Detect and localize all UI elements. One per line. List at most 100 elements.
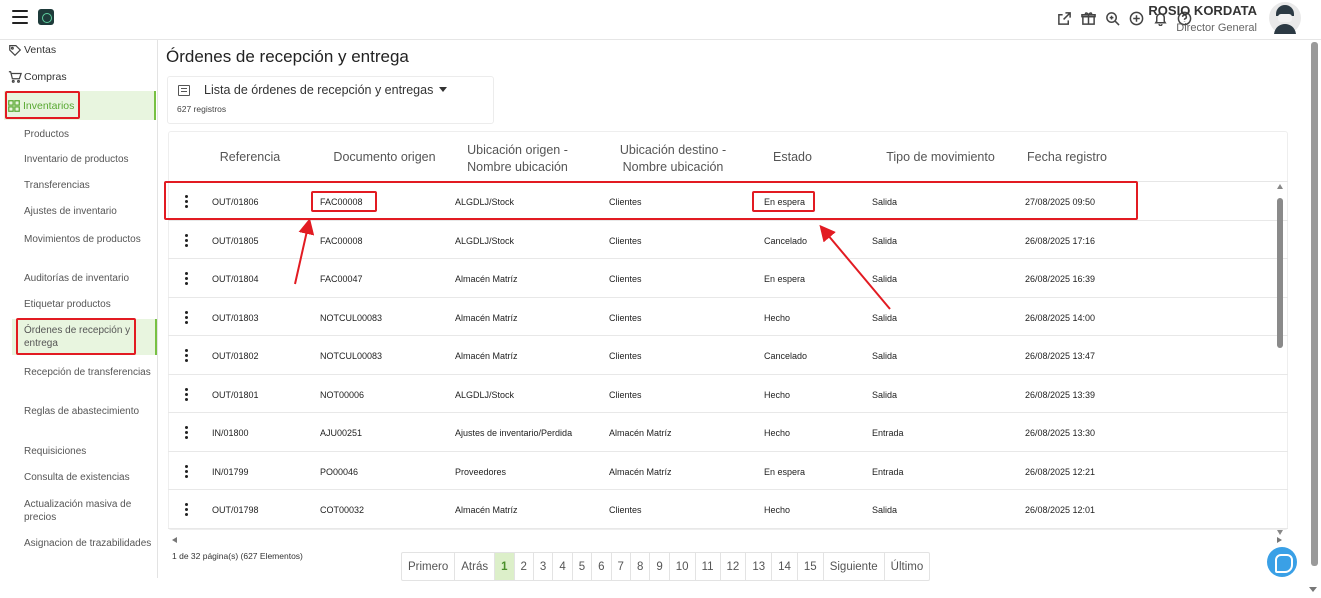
row-menu-icon[interactable] (182, 310, 190, 325)
row-menu-icon[interactable] (182, 233, 190, 248)
column-header-tipo[interactable]: Tipo de movimiento (868, 149, 1013, 166)
sidebar-subitem-actualizacion[interactable]: Actualización masiva de precios (24, 498, 152, 524)
table-row[interactable]: OUT/01798 COT00032 Almacén Matríz Clientes H… (168, 490, 1288, 529)
sidebar-subitem-reglas[interactable]: Reglas de abastecimiento (24, 405, 152, 418)
pagination-prev[interactable]: Atrás (455, 553, 496, 580)
scroll-up-arrow[interactable] (1277, 184, 1283, 189)
sidebar-subitem-ajustes[interactable]: Ajustes de inventario (24, 205, 152, 218)
cell-doc[interactable]: FAC00008 (320, 236, 363, 246)
sidebar-subitem-movimientos[interactable]: Movimientos de productos (24, 233, 152, 246)
pagination-first[interactable]: Primero (402, 553, 456, 580)
pagination-page[interactable]: 7 (612, 553, 631, 580)
scroll-right-arrow[interactable] (1277, 537, 1282, 543)
row-menu-icon[interactable] (182, 426, 190, 440)
cell-doc[interactable]: COT00032 (320, 505, 364, 515)
pagination-page[interactable]: 8 (631, 553, 651, 580)
sidebar-subitem-trazabilidades[interactable]: Asignacion de trazabilidades (24, 537, 152, 550)
list-title[interactable]: Lista de órdenes de recepción y entregas (204, 83, 433, 97)
pagination-page[interactable]: 11 (696, 553, 721, 580)
table-row[interactable]: OUT/01801 NOT00006 ALGDLJ/Stock Clientes Hec… (168, 375, 1288, 413)
table-row[interactable]: OUT/01804 FAC00047 Almacén Matríz Clientes E… (168, 259, 1288, 298)
cell-ref[interactable]: OUT/01806 (212, 197, 259, 207)
menu-icon[interactable] (12, 10, 28, 24)
page-scrollbar[interactable] (1311, 42, 1318, 566)
column-header-fecha[interactable]: Fecha registro (1012, 149, 1122, 166)
sidebar-item-inventarios[interactable]: Inventarios (4, 91, 156, 120)
cell-doc[interactable]: FAC00008 (320, 197, 363, 207)
pagination-page[interactable]: 9 (650, 553, 670, 580)
sidebar-subitem-auditorias[interactable]: Auditorías de inventario (24, 272, 152, 285)
pagination-page[interactable]: 14 (772, 553, 798, 580)
column-header-documento[interactable]: Documento origen (322, 149, 447, 166)
search-zoom-icon[interactable] (1103, 9, 1121, 27)
avatar[interactable] (1269, 2, 1301, 34)
cell-ref[interactable]: OUT/01803 (212, 313, 259, 323)
row-menu-icon[interactable] (182, 272, 190, 286)
cell-doc[interactable]: NOT00006 (320, 390, 364, 400)
sidebar-subitem-inventario-productos[interactable]: Inventario de productos (24, 153, 152, 166)
cell-doc[interactable]: NOTCUL00083 (320, 351, 382, 361)
table-scrollbar[interactable] (1277, 198, 1283, 348)
table-row[interactable]: OUT/01805 FAC00008 ALGDLJ/Stock Clientes Can… (168, 221, 1288, 259)
cell-ref[interactable]: OUT/01805 (212, 236, 259, 246)
table-row[interactable]: OUT/01802 NOTCUL00083 Almacén Matríz Client… (168, 336, 1288, 375)
add-circle-icon[interactable] (1127, 9, 1145, 27)
pagination-page[interactable]: 6 (592, 553, 612, 580)
chat-icon[interactable] (1267, 547, 1297, 577)
cell-doc[interactable]: AJU00251 (320, 428, 362, 438)
pagination-page[interactable]: 5 (573, 553, 593, 580)
scroll-left-arrow[interactable] (172, 537, 177, 543)
pagination-page[interactable]: 10 (670, 553, 696, 580)
caret-down-icon[interactable] (439, 87, 447, 92)
table-row[interactable]: IN/01799 PO00046 Proveedores Almacén Matríz… (168, 452, 1288, 490)
gift-icon[interactable] (1079, 9, 1097, 27)
pagination-page[interactable]: 2 (515, 553, 534, 580)
table-row[interactable]: OUT/01806 FAC00008 ALGDLJ/Stock Clientes En … (168, 182, 1288, 221)
sidebar-subitem-etiquetar[interactable]: Etiquetar productos (24, 298, 152, 311)
row-menu-icon[interactable] (182, 464, 190, 479)
pagination-page[interactable]: 4 (553, 553, 573, 580)
list-selector[interactable]: Lista de órdenes de recepción y entregas… (167, 76, 494, 124)
row-menu-icon[interactable] (182, 349, 190, 363)
sidebar-subitem-recepcion[interactable]: Recepción de transferencias (24, 366, 152, 379)
sidebar-subitem-requisiciones[interactable]: Requisiciones (24, 445, 152, 458)
page-scroll-down-arrow[interactable] (1309, 587, 1317, 592)
external-link-icon[interactable] (1055, 9, 1073, 27)
cell-ref[interactable]: IN/01799 (212, 467, 249, 477)
app-logo-icon[interactable] (38, 9, 54, 25)
scroll-down-arrow[interactable] (1277, 530, 1283, 535)
pagination-page[interactable]: 3 (534, 553, 554, 580)
sidebar-item-ventas[interactable]: Ventas (8, 43, 56, 57)
pagination-page[interactable]: 1 (495, 553, 515, 580)
cell-ref[interactable]: OUT/01804 (212, 274, 259, 284)
cell-ref[interactable]: OUT/01798 (212, 505, 259, 515)
page-title: Órdenes de recepción y entrega (166, 47, 409, 66)
pagination-page[interactable]: 13 (746, 553, 773, 580)
table-row[interactable]: IN/01800 AJU00251 Ajustes de inventario/Pe… (168, 413, 1288, 452)
cell-ref[interactable]: OUT/01801 (212, 390, 259, 400)
user-name[interactable]: ROSIO KORDATA (1148, 3, 1257, 18)
column-header-origen[interactable]: Ubicación origen - Nombre ubicación (455, 142, 580, 176)
cell-doc[interactable]: PO00046 (320, 467, 358, 477)
sidebar-subitem-consulta[interactable]: Consulta de existencias (24, 471, 152, 484)
table-row[interactable]: OUT/01803 NOTCUL00083 Almacén Matríz Client… (168, 298, 1288, 336)
cell-destino: Almacén Matríz (609, 466, 672, 477)
sidebar-item-compras[interactable]: Compras (8, 70, 67, 84)
sidebar-subitem-transferencias[interactable]: Transferencias (24, 179, 152, 192)
pagination-last[interactable]: Último (885, 553, 930, 580)
column-header-referencia[interactable]: Referencia (205, 149, 295, 166)
sidebar-subitem-productos[interactable]: Productos (24, 128, 152, 141)
sidebar-subitem-ordenes[interactable]: Órdenes de recepción y entrega (12, 319, 157, 355)
row-menu-icon[interactable] (182, 195, 190, 209)
pagination-page[interactable]: 12 (721, 553, 747, 580)
row-menu-icon[interactable] (182, 503, 190, 517)
cell-doc[interactable]: NOTCUL00083 (320, 313, 382, 323)
pagination-page[interactable]: 15 (798, 553, 824, 580)
column-header-destino[interactable]: Ubicación destino - Nombre ubicación (608, 142, 738, 176)
cell-ref[interactable]: OUT/01802 (212, 351, 259, 361)
row-menu-icon[interactable] (182, 387, 190, 402)
cell-doc[interactable]: FAC00047 (320, 274, 363, 284)
column-header-estado[interactable]: Estado (760, 149, 825, 166)
pagination-next[interactable]: Siguiente (824, 553, 885, 580)
cell-ref[interactable]: IN/01800 (212, 428, 249, 438)
